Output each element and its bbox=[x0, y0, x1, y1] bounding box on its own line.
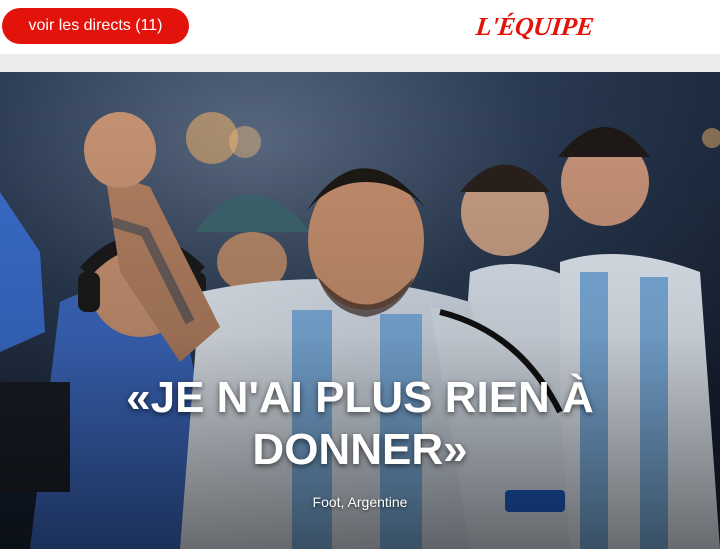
article-headline[interactable]: «JE N'AI PLUS RIEN À DONNER» bbox=[20, 372, 700, 476]
featured-article-card[interactable]: «JE N'AI PLUS RIEN À DONNER» Foot, Argen… bbox=[0, 72, 720, 549]
separator bbox=[0, 54, 720, 72]
top-bar: voir les directs (11) L'ÉQUIPE bbox=[0, 0, 720, 54]
article-tags: Foot, Argentine bbox=[312, 494, 408, 510]
article-photo bbox=[0, 72, 720, 549]
lequipe-logo[interactable]: L'ÉQUIPE bbox=[474, 11, 613, 43]
live-matches-button[interactable]: voir les directs (11) bbox=[2, 8, 189, 44]
